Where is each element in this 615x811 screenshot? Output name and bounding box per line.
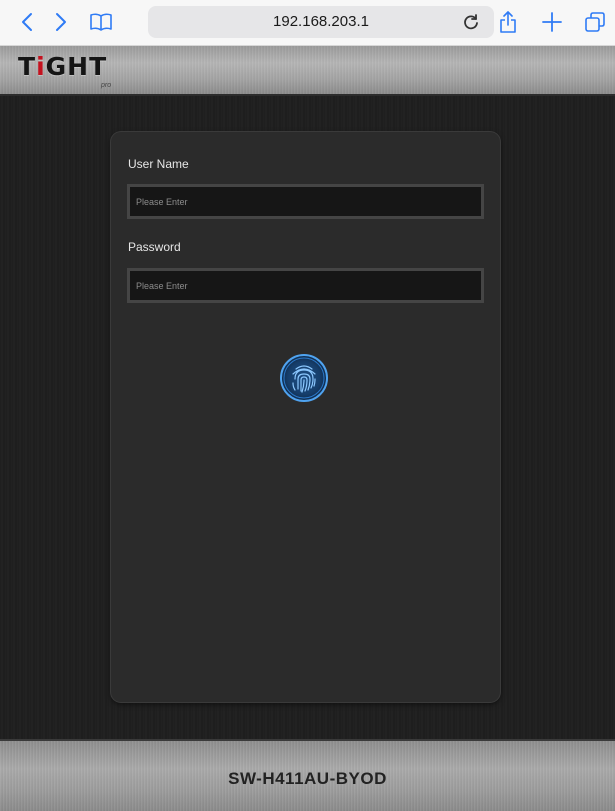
logo: TiGHT	[18, 52, 107, 81]
logo-subtitle: pro	[101, 82, 112, 89]
new-tab-button[interactable]	[540, 8, 564, 36]
fingerprint-login-button[interactable]	[279, 353, 329, 403]
site-footer: SW-H411AU-BYOD	[0, 739, 615, 811]
address-bar[interactable]: 192.168.203.1	[148, 6, 494, 38]
reload-button[interactable]	[462, 13, 480, 31]
logo-suffix: GHT	[45, 52, 108, 81]
password-label: Password	[128, 240, 181, 254]
back-button[interactable]	[16, 8, 38, 36]
logo-i: i	[36, 52, 46, 81]
bookmarks-icon	[90, 13, 112, 31]
password-input[interactable]	[130, 271, 481, 300]
username-label: User Name	[128, 157, 189, 171]
fingerprint-icon	[280, 354, 328, 402]
share-icon	[500, 11, 516, 33]
url-text: 192.168.203.1	[273, 13, 369, 30]
username-field-frame	[127, 184, 484, 219]
model-name: SW-H411AU-BYOD	[228, 769, 387, 788]
bookmarks-button[interactable]	[86, 8, 116, 36]
tabs-icon	[585, 12, 605, 32]
username-input[interactable]	[130, 187, 481, 216]
forward-button[interactable]	[50, 8, 72, 36]
new-tab-icon	[542, 12, 562, 32]
reload-icon	[464, 14, 478, 30]
tabs-button[interactable]	[582, 8, 608, 36]
site-header: TiGHT pro	[0, 46, 615, 96]
share-button[interactable]	[496, 8, 520, 36]
main-area: User Name Password	[0, 96, 615, 739]
login-panel: User Name Password	[111, 132, 500, 702]
logo-prefix: T	[18, 52, 37, 81]
password-field-frame	[127, 268, 484, 303]
back-icon	[22, 13, 32, 31]
browser-toolbar: 192.168.203.1	[0, 0, 615, 46]
forward-icon	[56, 13, 66, 31]
